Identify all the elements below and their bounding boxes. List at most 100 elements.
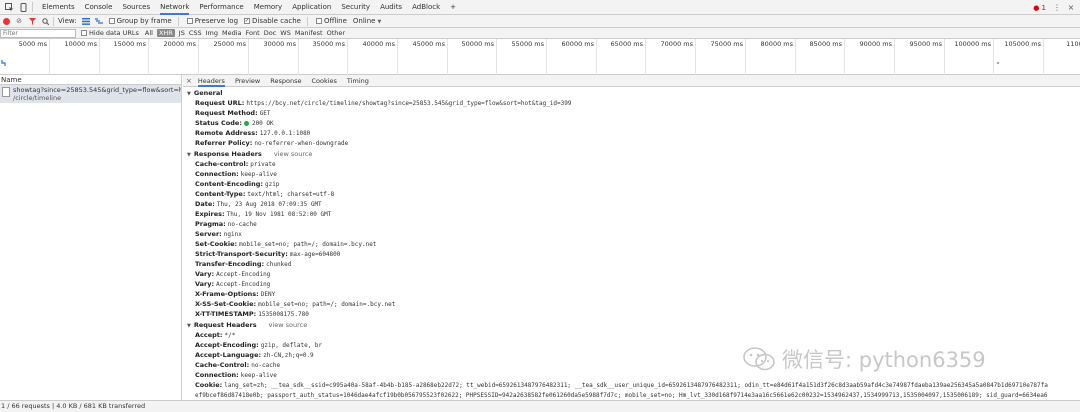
tab-cookies[interactable]: Cookies (311, 75, 336, 87)
timeline-tick: 105000 ms (1004, 39, 1044, 75)
view-source-link[interactable]: view source (274, 150, 313, 158)
filter-type-media[interactable]: Media (222, 29, 242, 37)
document-icon (2, 87, 10, 97)
header-value: GET (259, 110, 271, 117)
clear-icon[interactable]: ⊘ (15, 17, 23, 25)
header-key: Cache-control: (195, 160, 249, 168)
tab-sources[interactable]: Sources (122, 0, 150, 15)
header-key: Transfer-Encoding: (195, 260, 265, 268)
offline-checkbox[interactable] (315, 18, 322, 24)
header-row: Date: Thu, 23 Aug 2018 07:09:35 GMT (187, 199, 1080, 209)
error-counter[interactable]: ● 1 (1033, 4, 1046, 12)
add-tab-button[interactable]: + (450, 0, 456, 15)
header-row: Vary: Accept-Encoding (187, 269, 1080, 279)
inspect-element-icon[interactable] (4, 2, 14, 12)
large-rows-icon[interactable] (81, 17, 90, 25)
tab-console[interactable]: Console (85, 0, 113, 15)
close-icon[interactable]: × (186, 77, 192, 85)
timeline-tick: 15000 ms (114, 39, 149, 75)
tick-label: 85000 ms (809, 40, 842, 48)
filter-icon[interactable] (28, 17, 36, 25)
filter-input[interactable] (0, 28, 76, 38)
record-icon[interactable] (3, 17, 10, 25)
request-headers-header[interactable]: ▼ Request Headers view source (187, 320, 1080, 330)
tick-label: 20000 ms (163, 40, 196, 48)
filter-type-doc[interactable]: Doc (264, 29, 277, 37)
header-row: Vary: Accept-Encoding (187, 279, 1080, 289)
tick-label: 5000 ms (18, 40, 47, 48)
throttling-select[interactable]: Online ▼ (353, 17, 381, 25)
timeline-tick: 30000 ms (264, 39, 299, 75)
tab-headers[interactable]: Headers (197, 75, 225, 87)
header-value: mobile_set=no; path=/; domain=.bcy.net (258, 301, 396, 308)
hide-data-urls-checkbox[interactable] (81, 30, 87, 36)
tab-performance[interactable]: Performance (199, 0, 243, 15)
tab-memory[interactable]: Memory (254, 0, 282, 15)
request-method-row: Request Method: GET (187, 108, 1080, 118)
timeline-overview[interactable]: 5000 ms 10000 ms 15000 ms 20000 ms 25000 ms 3… (0, 39, 1080, 75)
general-section-header[interactable]: ▼ General (187, 88, 1080, 98)
header-key: Expires: (195, 210, 225, 218)
group-by-frame-checkbox[interactable] (108, 18, 115, 24)
filter-type-img[interactable]: Img (206, 29, 218, 37)
tab-network[interactable]: Network (160, 0, 190, 15)
request-url-row: Request URL: https://bcy.net/circle/timel… (187, 98, 1080, 108)
search-icon[interactable] (41, 17, 49, 25)
view-source-link[interactable]: view source (269, 321, 308, 329)
timeline-tick: 45000 ms (413, 39, 448, 75)
timeline-tick: 90000 ms (860, 39, 895, 75)
devtools-tab-bar: Elements Console Sources Network Perform… (0, 0, 1080, 15)
tab-audits[interactable]: Audits (380, 0, 402, 15)
tab-preview[interactable]: Preview (235, 75, 260, 87)
timeline-tick: 25000 ms (214, 39, 249, 75)
header-row: Transfer-Encoding: chunked (187, 259, 1080, 269)
header-value: https://bcy.net/circle/timeline/showtag?… (246, 100, 572, 107)
device-toolbar-icon[interactable] (18, 2, 28, 12)
timeline-tick: 65000 ms (611, 39, 646, 75)
header-key: Request URL: (195, 99, 245, 107)
filter-type-manifest[interactable]: Manifest (295, 29, 323, 37)
disable-cache-checkbox[interactable]: ✓ (244, 18, 251, 24)
overview-icon[interactable] (94, 17, 103, 25)
tab-timing[interactable]: Timing (347, 75, 369, 87)
response-headers-header[interactable]: ▼ Response Headers view source (187, 149, 1080, 159)
tick-label: 90000 ms (859, 40, 892, 48)
triangle-down-icon: ▼ (187, 323, 191, 329)
header-value: Accept-Encoding (216, 281, 271, 288)
header-value: gzip, deflate, br (260, 342, 323, 349)
name-column-header[interactable]: Name (0, 75, 181, 85)
triangle-down-icon: ▼ (187, 152, 191, 158)
filter-type-js[interactable]: JS (179, 29, 185, 37)
tab-application[interactable]: Application (292, 0, 331, 15)
close-icon[interactable]: × (1066, 3, 1076, 13)
tick-label: 110000 (1066, 40, 1080, 48)
filter-type-xhr[interactable]: XHR (156, 29, 175, 37)
timeline-tick: 60000 ms (562, 39, 597, 75)
header-row: X-TT-TIMESTAMP: 1535008175.780 (187, 309, 1080, 319)
tick-label: 75000 ms (710, 40, 743, 48)
filter-type-css[interactable]: CSS (189, 29, 202, 37)
preserve-log-checkbox[interactable] (186, 18, 193, 24)
header-row: Expires: Thu, 19 Nov 1981 08:52:00 GMT (187, 209, 1080, 219)
header-row: Content-Encoding: gzip (187, 179, 1080, 189)
timeline-tick: 75000 ms (711, 39, 746, 75)
more-options-icon[interactable]: ⋮ (1052, 3, 1062, 13)
header-key: Server: (195, 230, 222, 238)
header-key: Content-Type: (195, 190, 246, 198)
header-key: Cache-Control: (195, 361, 250, 369)
tab-security[interactable]: Security (341, 0, 370, 15)
tick-label: 30000 ms (263, 40, 296, 48)
filter-type-font[interactable]: Font (246, 29, 260, 37)
header-key: Connection: (195, 170, 239, 178)
filter-type-other[interactable]: Other (327, 29, 345, 37)
tab-adblock[interactable]: AdBlock (412, 0, 440, 15)
divider (32, 2, 33, 12)
filter-type-ws[interactable]: WS (280, 29, 291, 37)
request-row[interactable]: showtag?since=25853.545&grid_type=flow&s… (0, 85, 181, 103)
tab-elements[interactable]: Elements (42, 0, 75, 15)
filter-type-all[interactable]: All (145, 29, 153, 37)
tick-label: 10000 ms (64, 40, 97, 48)
header-value: mobile_set=no; path=/; domain=.bcy.net (239, 241, 377, 248)
tab-response[interactable]: Response (270, 75, 301, 87)
header-row: X-SS-Set-Cookie: mobile_set=no; path=/; d… (187, 299, 1080, 309)
